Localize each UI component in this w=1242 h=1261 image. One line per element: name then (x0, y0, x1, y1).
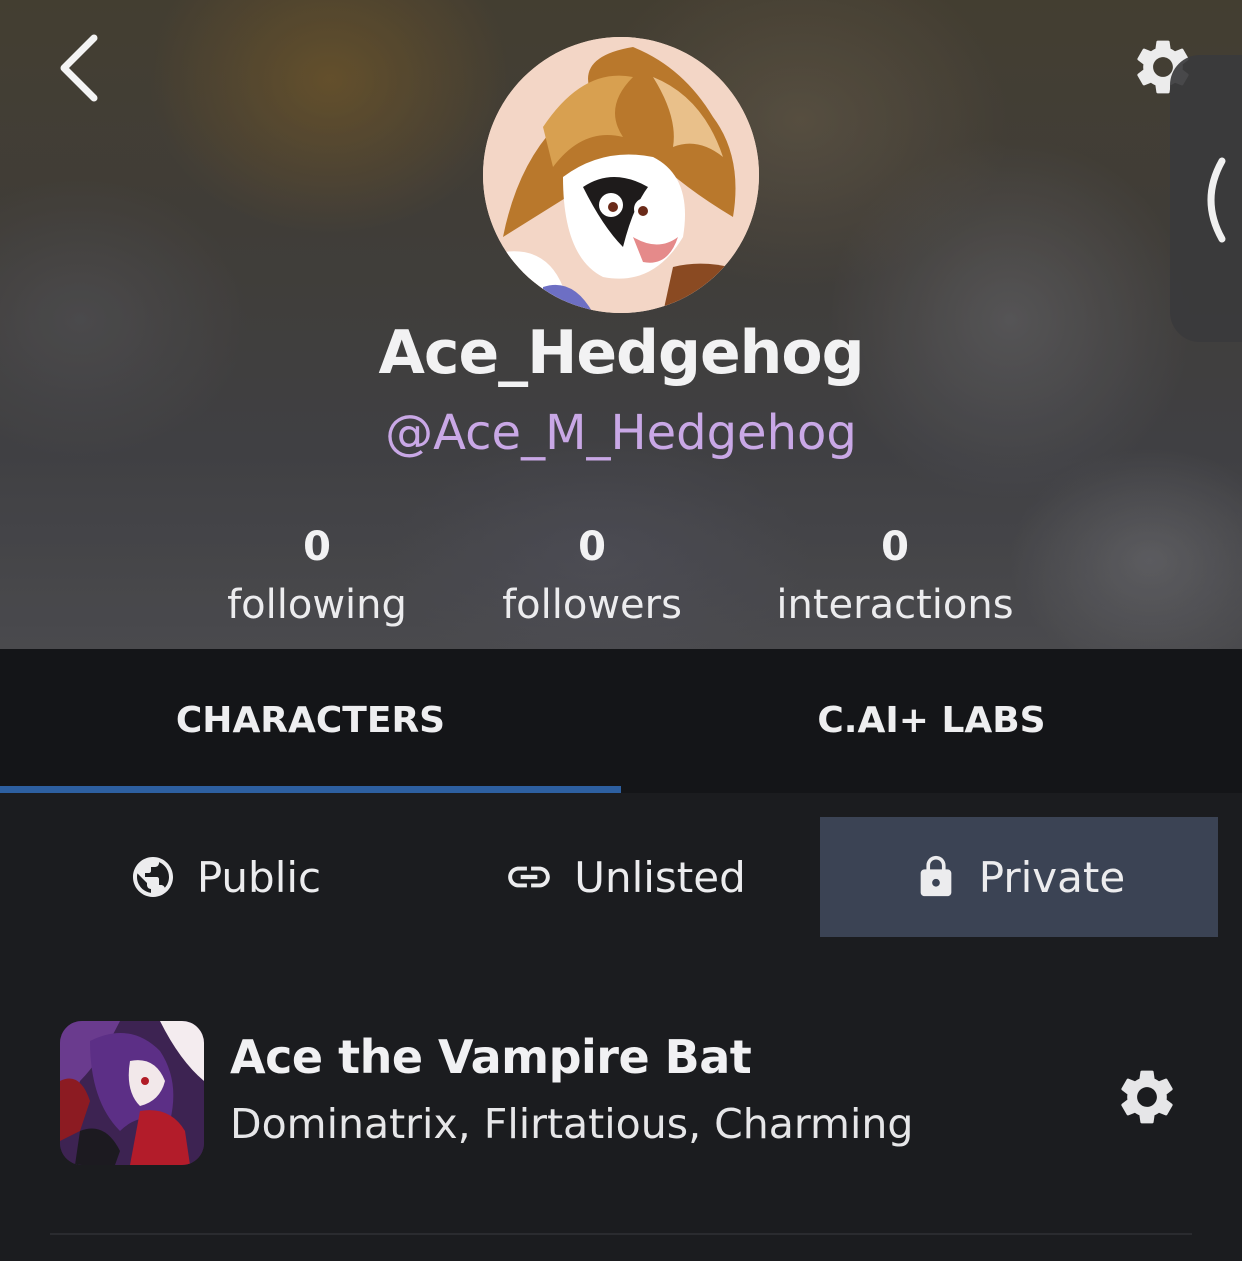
stat-value: 0 (578, 524, 606, 570)
profile-header: Ace_Hedgehog @Ace_M_Hedgehog 0 following… (0, 0, 1242, 649)
filter-label: Unlisted (574, 852, 746, 902)
list-divider (50, 1233, 1192, 1235)
tab-cai-plus-labs[interactable]: C.AI+ LABS (621, 649, 1242, 793)
profile-display-name: Ace_Hedgehog (378, 318, 864, 388)
chevron-left-icon (1207, 157, 1226, 243)
character-name: Ace the Vampire Bat (230, 1030, 752, 1084)
lock-icon (920, 855, 952, 897)
stat-value: 0 (881, 524, 909, 570)
character-settings-button[interactable] (1114, 1064, 1180, 1130)
profile-handle: @Ace_M_Hedgehog (385, 405, 857, 461)
filter-label: Public (196, 852, 322, 902)
stat-label: followers (502, 582, 682, 628)
filter-unlisted[interactable]: Unlisted (470, 817, 780, 937)
stat-followers[interactable]: 0 followers (492, 522, 692, 638)
tab-characters[interactable]: CHARACTERS (0, 649, 621, 793)
back-button[interactable] (50, 28, 110, 108)
active-tab-indicator (0, 786, 621, 793)
character-avatar (60, 1021, 204, 1165)
tab-label: CHARACTERS (175, 700, 446, 741)
profile-tabs: CHARACTERS C.AI+ LABS (0, 649, 1242, 793)
character-list-item[interactable]: Ace the Vampire Bat Dominatrix, Flirtati… (0, 1000, 1242, 1190)
filter-public[interactable]: Public (100, 817, 350, 937)
stat-label: interactions (776, 582, 1014, 628)
stat-label: following (227, 582, 407, 628)
character-description: Dominatrix, Flirtatious, Charming (230, 1100, 914, 1148)
stat-interactions: 0 interactions (765, 522, 1025, 638)
tab-label: C.AI+ LABS (817, 700, 1046, 741)
globe-icon (132, 857, 173, 897)
filter-label: Private (978, 852, 1126, 902)
stat-value: 0 (303, 524, 331, 570)
filter-private[interactable]: Private (820, 817, 1218, 937)
side-panel-handle[interactable] (1170, 55, 1242, 342)
link-icon (508, 866, 551, 888)
stat-following[interactable]: 0 following (217, 522, 417, 638)
gear-icon (1121, 1070, 1173, 1124)
chevron-left-icon (60, 34, 98, 102)
profile-avatar[interactable] (483, 37, 759, 313)
